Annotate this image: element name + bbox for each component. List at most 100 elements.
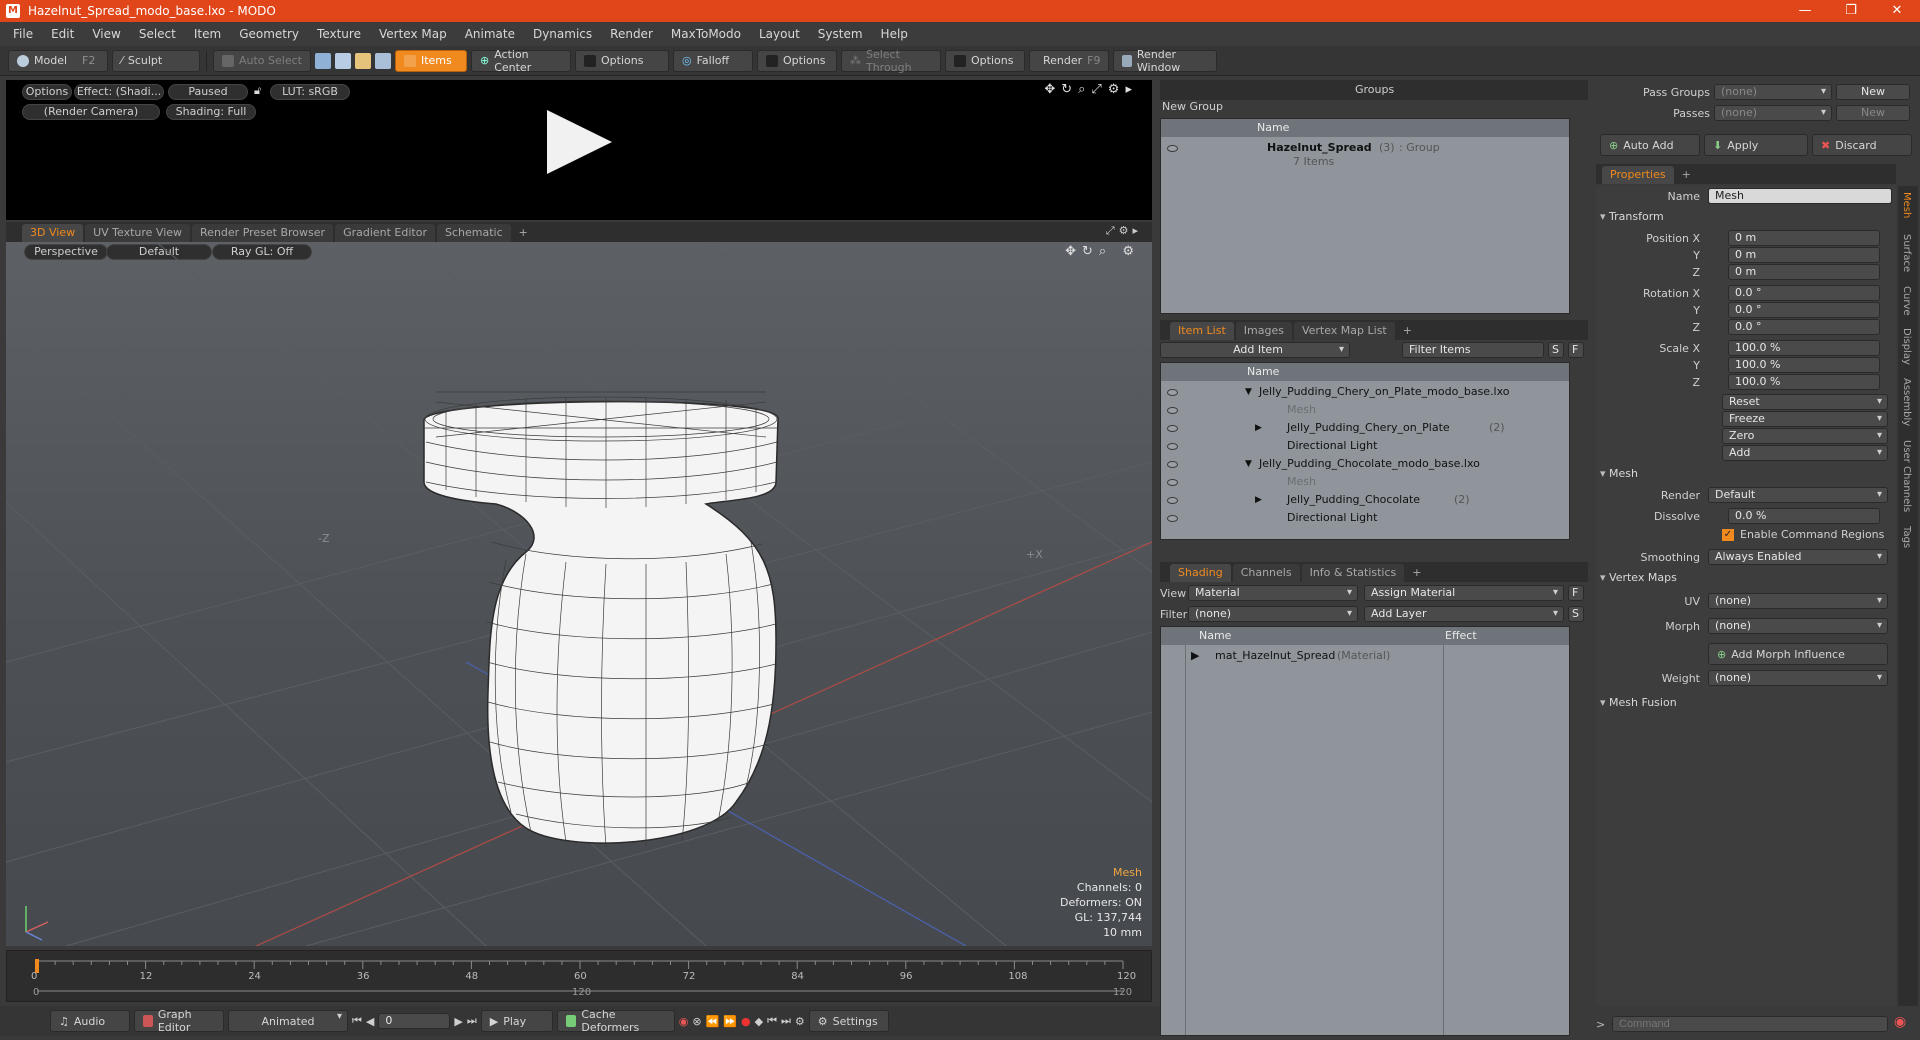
skip-end-icon[interactable]: ⏭ (467, 1014, 477, 1028)
itemlist-add-tab[interactable]: + (1397, 322, 1418, 340)
discard-button[interactable]: ✖ Discard (1812, 134, 1912, 156)
expand-arrow-icon[interactable]: ▶ (1255, 491, 1262, 509)
menu-file[interactable]: File (4, 27, 42, 41)
shading-filter-dropdown[interactable]: (none) (1188, 606, 1358, 622)
tab-schematic[interactable]: Schematic (437, 224, 511, 242)
properties-add-tab[interactable]: + (1676, 166, 1697, 184)
weight-dropdown[interactable]: (none) (1708, 670, 1888, 686)
skip-start-icon[interactable]: ⏮ (352, 1014, 362, 1028)
tab-3d-view[interactable]: 3D View (22, 224, 84, 242)
hazelnut-jar-mesh[interactable] (423, 391, 779, 848)
tab-vertex-map-list[interactable]: Vertex Map List (1293, 322, 1395, 340)
menu-render[interactable]: Render (601, 27, 662, 41)
sculpt-button[interactable]: ⁄ Sculpt (112, 49, 200, 72)
select-through-button[interactable]: ⁂ Select Through (840, 48, 941, 74)
tab-uv-texture-view[interactable]: UV Texture View (85, 224, 191, 242)
item-list-row[interactable]: Mesh (1161, 473, 1569, 491)
expand-arrow-icon[interactable]: ▶ (1255, 419, 1262, 437)
new-group-button[interactable]: New Group (1160, 100, 1270, 116)
apply-button[interactable]: ⬇ Apply (1704, 134, 1808, 156)
dissolve-input[interactable]: 0.0 % (1728, 508, 1880, 524)
assign-material-dropdown[interactable]: Assign Material (1364, 585, 1564, 601)
lock-icon[interactable]: 🔓︎ (254, 84, 261, 98)
uv-dropdown[interactable]: (none) (1708, 593, 1888, 609)
items-mode-button[interactable]: Items (394, 49, 467, 72)
item-list-row[interactable]: ▼ Jelly_Pudding_Chocolate_modo_base.lxo (1161, 455, 1569, 473)
tab-item-list[interactable]: Item List (1170, 322, 1234, 340)
transform-section[interactable]: Transform (1600, 210, 1664, 226)
tab-images[interactable]: Images (1235, 322, 1292, 340)
menu-system[interactable]: System (809, 27, 872, 41)
action-center-options-button[interactable]: Options (574, 49, 669, 72)
item-list-row[interactable]: Directional Light (1161, 437, 1569, 455)
action-center-button[interactable]: ⊕ Action Center (470, 48, 571, 74)
menu-geometry[interactable]: Geometry (230, 27, 308, 41)
expand-arrow-icon[interactable]: ▶ (1191, 647, 1199, 665)
visibility-eye-icon[interactable] (1167, 145, 1178, 152)
mesh-fusion-section[interactable]: Mesh Fusion (1600, 696, 1677, 712)
menu-view[interactable]: View (83, 27, 129, 41)
expand-arrow-icon[interactable]: ▼ (1245, 455, 1252, 473)
shading-view-dropdown[interactable]: Material (1188, 585, 1358, 601)
item-list-row[interactable]: ▶ Jelly_Pudding_Chocolate (2) (1161, 491, 1569, 509)
rotation-y-input[interactable]: 0.0 ° (1728, 302, 1880, 318)
visibility-eye-icon[interactable] (1167, 479, 1178, 486)
side-tab-surface[interactable]: Surface (1901, 234, 1912, 272)
falloff-button[interactable]: ◎ Falloff (672, 49, 753, 72)
itemlist-s-button[interactable]: S (1548, 342, 1564, 358)
auto-select-button[interactable]: Auto Select (213, 49, 311, 72)
freeze-dropdown[interactable]: Freeze (1722, 411, 1888, 427)
side-tab-user-channels[interactable]: User Channels (1901, 440, 1912, 512)
menu-texture[interactable]: Texture (308, 27, 370, 41)
tab-shading[interactable]: Shading (1170, 564, 1231, 582)
lut-dropdown[interactable]: LUT: sRGB (270, 84, 350, 100)
item-list-row[interactable]: ▼ Jelly_Pudding_Chery_on_Plate_modo_base.… (1161, 383, 1569, 401)
side-tab-display[interactable]: Display (1901, 328, 1912, 365)
scale-y-input[interactable]: 100.0 % (1728, 357, 1880, 373)
visibility-eye-icon[interactable] (1167, 443, 1178, 450)
render-window-button[interactable]: Render Window (1112, 48, 1217, 74)
position-z-input[interactable]: 0 m (1728, 264, 1880, 280)
3d-viewport[interactable]: Perspective Default Ray GL: Off ✥↻⌕ ⚙ +X… (6, 242, 1152, 946)
visibility-eye-icon[interactable] (1167, 461, 1178, 468)
add-item-dropdown[interactable]: Add Item (1160, 342, 1350, 358)
new-pass-button[interactable]: New (1836, 105, 1910, 121)
tab-channels[interactable]: Channels (1232, 564, 1300, 582)
visibility-eye-icon[interactable] (1167, 515, 1178, 522)
keys-prev-icon[interactable]: ⏮ (767, 1014, 777, 1028)
menu-animate[interactable]: Animate (456, 27, 524, 41)
item-list-row[interactable]: Mesh (1161, 401, 1569, 419)
minimize-button[interactable]: — (1782, 0, 1828, 22)
enable-command-regions-row[interactable]: ✓ Enable Command Regions (1722, 528, 1884, 541)
tab-render-preset-browser[interactable]: Render Preset Browser (192, 224, 334, 242)
frame-input[interactable]: 0 (378, 1013, 451, 1029)
play-preview-icon[interactable] (547, 110, 612, 174)
position-x-input[interactable]: 0 m (1728, 230, 1880, 246)
step-forward-icon[interactable]: ▶ (454, 1015, 462, 1028)
timeline[interactable]: 0 12 24 36 48 60 72 84 96 108 120 0 120 120 (6, 950, 1152, 1002)
pass-groups-dropdown[interactable]: (none) (1714, 84, 1832, 100)
add-morph-influence-button[interactable]: ⊕ Add Morph Influence (1708, 643, 1888, 665)
command-input[interactable] (1612, 1016, 1888, 1032)
tab-properties[interactable]: Properties (1602, 166, 1674, 184)
preview-paused-button[interactable]: Paused (168, 84, 248, 100)
render-dropdown[interactable]: Default (1708, 487, 1888, 503)
shading-dropdown[interactable]: Shading: Full (166, 104, 256, 120)
scale-z-input[interactable]: 100.0 % (1728, 374, 1880, 390)
maximize-button[interactable]: ❐ (1828, 0, 1874, 22)
side-tab-tags[interactable]: Tags (1901, 526, 1912, 548)
add-transform-dropdown[interactable]: Add (1722, 445, 1888, 461)
tab-info-statistics[interactable]: Info & Statistics (1301, 564, 1405, 582)
filter-items-input[interactable]: Filter Items (1402, 342, 1544, 358)
audio-button[interactable]: ♫ Audio (50, 1010, 130, 1032)
menu-layout[interactable]: Layout (750, 27, 809, 41)
keyframe-icon[interactable]: ◆ (755, 1015, 763, 1028)
item-list-row[interactable]: ▶ Jelly_Pudding_Chery_on_Plate (2) (1161, 419, 1569, 437)
shading-s-button[interactable]: S (1568, 606, 1584, 622)
vertex-maps-section[interactable]: Vertex Maps (1600, 571, 1677, 587)
shading-add-tab[interactable]: + (1406, 564, 1427, 582)
menu-select[interactable]: Select (130, 27, 185, 41)
settings-button[interactable]: ⚙ Settings (808, 1010, 889, 1032)
materials-mode-icon[interactable] (374, 52, 391, 69)
zero-dropdown[interactable]: Zero (1722, 428, 1888, 444)
